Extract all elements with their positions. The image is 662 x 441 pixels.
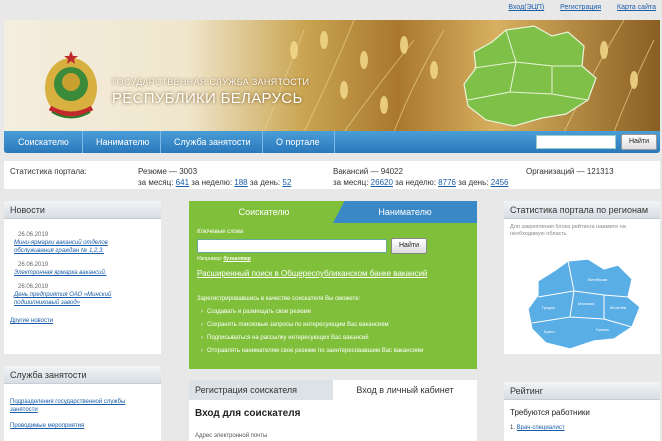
region-stats-title: Статистика портала по регионам [504, 201, 660, 219]
nav-divider [262, 131, 263, 153]
region-label: Гродно [542, 305, 556, 310]
resume-stats: Резюме — 3003 за месяц: 641 за неделю: 1… [138, 166, 291, 188]
register-link[interactable]: Регистрация [560, 4, 601, 11]
other-news-link[interactable]: Другие новости [10, 317, 161, 325]
example-keyword-link[interactable]: бухгалтер [223, 256, 250, 262]
employment-service-title: Служба занятости [4, 366, 161, 384]
top-links: Вход(ЭЦП) Регистрация Карта сайта [494, 4, 656, 11]
banner-belarus-map[interactable] [456, 22, 604, 130]
main-nav: Соискателю Нанимателю Служба занятости О… [4, 131, 660, 153]
benefit-item: Отправлять нанимателям свое резюме по за… [201, 348, 423, 354]
registration-benefits-intro: Зарегистрировавшись в качестве соискател… [197, 296, 361, 302]
vacancy-search-panel: Соискателю Нанимателю Ключевые слова Най… [189, 201, 477, 369]
ecp-login-link[interactable]: Вход(ЭЦП) [508, 4, 544, 11]
belarus-emblem-icon [45, 51, 97, 119]
sitemap-link[interactable]: Карта сайта [617, 4, 656, 11]
keywords-input[interactable] [197, 239, 387, 253]
tab-personal-cabinet[interactable]: Вход в личный кабинет [333, 380, 477, 400]
news-date: 26.06.2019 [18, 232, 49, 238]
service-departments-link[interactable]: Подразделения государственной службы зан… [10, 398, 161, 414]
news-title: Новости [4, 201, 161, 219]
nav-divider [334, 131, 335, 153]
seeker-login-panel: Регистрация соискателя Вход в личный каб… [189, 380, 477, 441]
region-label: Гомель [596, 327, 609, 332]
news-item-link[interactable]: Мини-ярмарки вакансий отделов обслуживан… [14, 239, 161, 255]
vacancy-day-link[interactable]: 2456 [491, 178, 509, 187]
tab-seeker-registration[interactable]: Регистрация соискателя [189, 380, 333, 400]
news-item-link[interactable]: День предприятия ОАО «Минский подшипнико… [14, 291, 161, 307]
vacancy-month-link[interactable]: 26620 [371, 178, 393, 187]
nav-item-employer[interactable]: Нанимателю [96, 131, 149, 153]
resume-month-link[interactable]: 641 [176, 178, 189, 187]
news-date: 26.06.2019 [18, 284, 49, 290]
nav-divider [160, 131, 161, 153]
resume-month-label: за месяц: [138, 178, 174, 187]
stats-label: Статистика портала: [10, 167, 87, 176]
login-title: Вход для соискателя [195, 408, 301, 419]
region-label: Брест [544, 329, 555, 334]
benefit-item: Создавать и размещать свои резюме [201, 309, 311, 315]
region-label: Минская [578, 301, 594, 306]
rating-item-link[interactable]: Врач-специалист [517, 425, 565, 431]
site-search-input[interactable] [536, 135, 616, 149]
rating-subtitle: Требуются работники [510, 408, 590, 417]
region-stats-box: Статистика портала по регионам Для закре… [504, 201, 660, 354]
banner-title-line1: ГОСУДАРСТВЕННАЯ СЛУЖБА ЗАНЯТОСТИ [112, 77, 310, 87]
advanced-search-link[interactable]: Расширенный поиск в Общереспубликанском … [197, 269, 427, 278]
portal-stats-bar: Статистика портала: Резюме — 3003 за мес… [4, 161, 660, 189]
email-label: Адрес электронной почты [195, 433, 268, 439]
tab-seeker[interactable]: Соискателю [189, 201, 339, 223]
tab-employer[interactable]: Нанимателю [333, 201, 477, 223]
nav-divider [82, 131, 83, 153]
site-search-button[interactable]: Найти [621, 134, 657, 150]
resume-week-link[interactable]: 188 [234, 178, 247, 187]
rating-box: Рейтинг Требуются работники 1. Врач-спец… [504, 382, 660, 441]
keywords-label: Ключевые слова [197, 229, 244, 235]
vacancy-month-label: за месяц: [333, 178, 369, 187]
header-banner: ГОСУДАРСТВЕННАЯ СЛУЖБА ЗАНЯТОСТИ РЕСПУБЛ… [4, 20, 660, 132]
resume-day-link[interactable]: 52 [282, 178, 291, 187]
rating-item: 1. Врач-специалист [510, 425, 565, 431]
vacancy-day-label: за день: [458, 178, 489, 187]
news-date: 26.06.2019 [18, 262, 49, 268]
resume-total: Резюме — 3003 [138, 167, 198, 176]
find-vacancy-button[interactable]: Найти [391, 238, 427, 254]
news-box: Новости 26.06.2019 Мини-ярмарки вакансий… [4, 201, 161, 354]
resume-week-label: за неделю: [191, 178, 233, 187]
rating-title: Рейтинг [504, 382, 660, 400]
benefit-item: Подписываться на рассылку интересующих В… [201, 335, 369, 341]
search-example: Например: бухгалтер [197, 256, 251, 262]
region-label: Витебская [588, 277, 607, 282]
organizations-total: Организаций — 121313 [526, 167, 614, 176]
vacancy-week-link[interactable]: 8776 [438, 178, 456, 187]
nav-item-seeker[interactable]: Соискателю [18, 131, 69, 153]
region-map[interactable]: Витебская Гродно Минская Могилёв Брест Г… [524, 257, 644, 351]
banner-title-line2: РЕСПУБЛИКИ БЕЛАРУСЬ [112, 90, 303, 107]
region-hint: Для закрепления блока рейтинга нажмите н… [510, 224, 626, 237]
news-item-link[interactable]: Электронная ярмарка вакансий. [14, 269, 161, 277]
vacancy-stats: Вакансий — 94022 за месяц: 26620 за неде… [333, 166, 509, 188]
nav-item-about[interactable]: О портале [276, 131, 319, 153]
benefit-item: Сохранять поисковые запросы по интересую… [201, 322, 389, 328]
employment-service-box: Служба занятости Подразделения государст… [4, 366, 161, 441]
service-events-link[interactable]: Проводимые мероприятия [10, 422, 161, 430]
resume-day-label: за день: [249, 178, 281, 187]
region-label: Могилёв [610, 305, 626, 310]
nav-item-employment-service[interactable]: Служба занятости [174, 131, 251, 153]
vacancy-week-label: за неделю: [395, 178, 436, 187]
vacancy-total: Вакансий — 94022 [333, 167, 403, 176]
